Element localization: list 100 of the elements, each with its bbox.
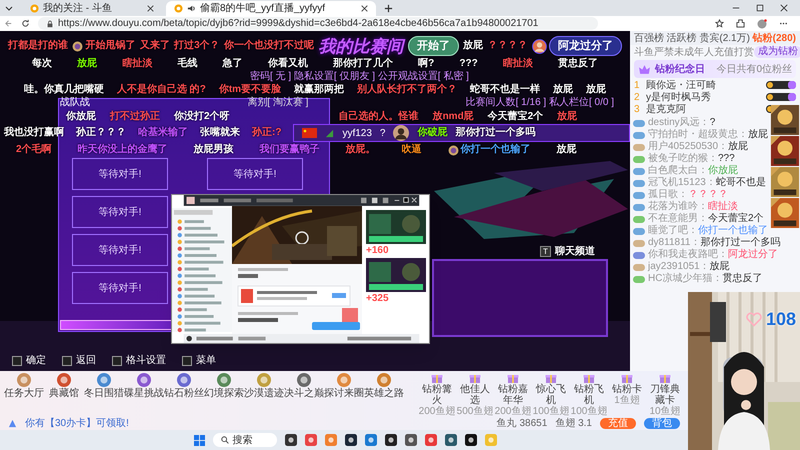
emblem-icon[interactable] <box>336 372 352 388</box>
favicon-icon <box>30 4 39 13</box>
favicon-icon <box>174 4 183 13</box>
back-icon[interactable] <box>4 19 13 28</box>
sidebar-tab[interactable]: 活跃榜 <box>666 30 697 46</box>
emblem-icon[interactable] <box>296 372 312 388</box>
gift-icon[interactable] <box>583 372 595 384</box>
app-icon[interactable] <box>444 434 456 446</box>
danmaku-pill: 开始了 <box>408 36 459 56</box>
emblem-icon[interactable] <box>216 372 232 388</box>
danmaku-text: 啊? <box>418 59 434 69</box>
chat-message: 白色爬太白：你放屁 <box>648 166 738 176</box>
emblem-icon[interactable] <box>376 372 392 388</box>
rank-number: 1 <box>634 78 641 92</box>
danmaku-text: 急了 <box>222 59 243 69</box>
key-icon <box>62 356 72 366</box>
avatar-icon <box>532 38 547 54</box>
emblem-icon[interactable] <box>16 372 32 388</box>
fan-name: 顾你远・汪可畸 <box>646 78 716 92</box>
gift-name[interactable]: 刀锋典藏卡 <box>646 384 684 406</box>
activity-label[interactable]: 典藏馆 <box>49 388 79 399</box>
danmaku-text: 每次 <box>32 59 52 69</box>
gift-name[interactable]: 钻粉卡 <box>608 384 646 395</box>
start-icon[interactable] <box>194 434 204 446</box>
opponent-slot: 等待对手! <box>207 158 303 190</box>
activity-label[interactable]: 任务大厅 <box>4 388 44 399</box>
emblem-icon[interactable] <box>56 372 72 388</box>
new-tab-icon[interactable] <box>384 4 393 12</box>
activity-label[interactable]: 钻石粉丝 <box>164 388 204 399</box>
activity-label[interactable]: 碟星挑战 <box>124 388 164 399</box>
app-icon[interactable] <box>344 434 356 446</box>
activity-label[interactable]: 决斗之巅 <box>284 388 324 399</box>
danmaku-text: 昨天你没上的金鹰了 <box>78 145 168 155</box>
danmaku-text: 孙正？？？ <box>76 128 126 138</box>
key-icon <box>182 356 192 366</box>
gift-name[interactable]: 他佳人选 <box>456 384 494 406</box>
chat-message: jay2391051：放屁 <box>648 262 730 272</box>
app-icon[interactable] <box>464 434 476 446</box>
gift-price: 500鱼翅 <box>456 406 494 417</box>
gift-name[interactable]: 钻粉嘉年华 <box>494 384 532 406</box>
danmaku-text: 瞎扯淡 <box>122 59 152 69</box>
player-note: ? <box>380 126 386 140</box>
chat-message: 不在意能男：今天蕾宝2个 <box>648 214 764 224</box>
join-button[interactable]: 成为钻粉 <box>754 46 800 58</box>
danmaku-text: 蛇哥不也是一样 <box>470 85 540 95</box>
fan-name: y是何时枫马秀 <box>646 90 711 104</box>
profile-icon[interactable] <box>757 18 767 28</box>
channel-label: 聊天频道 <box>555 244 595 259</box>
danmaku-text: 放nmd屁 <box>432 112 474 122</box>
search-box[interactable]: 搜索 <box>212 433 276 447</box>
reload-icon[interactable] <box>21 19 30 28</box>
emblem-icon[interactable] <box>176 372 192 388</box>
gift-name[interactable]: 钻粉篝火 <box>418 384 456 406</box>
app-icon[interactable] <box>284 434 296 446</box>
emblem-icon[interactable] <box>96 372 112 388</box>
emblem-icon <box>448 144 459 156</box>
gift-icon[interactable] <box>659 372 671 384</box>
address-bar[interactable]: https://www.douyu.com/beta/topic/dyjb6?rid=9999&dyshid=c3e6bd4-2a618e4cbe46b56ca7a1b94800021701 <box>38 17 598 30</box>
danmaku-text: 放屁 <box>552 85 573 95</box>
fan-name: 是克克阿 <box>646 102 686 116</box>
maximize-icon[interactable] <box>756 4 764 12</box>
key-icon <box>112 356 122 366</box>
danmaku-text: 那你打过一个多吗 <box>455 128 536 138</box>
promo-text[interactable]: 你有【30办卡】可领取! <box>25 416 129 430</box>
danmaku-text: 毛线 <box>177 59 198 69</box>
gift-icon[interactable] <box>469 372 481 384</box>
danmaku-text: 我也没打赢啊 <box>4 128 64 138</box>
app-icon[interactable] <box>384 434 396 446</box>
hint-label: 菜单 <box>196 354 216 368</box>
gift-icon[interactable] <box>545 372 557 384</box>
activity-label[interactable]: 英雄之路 <box>364 388 404 399</box>
gift-name[interactable]: 钻粉飞机 <box>570 384 608 406</box>
gift-icon[interactable] <box>507 372 519 384</box>
speaker-icon[interactable] <box>187 4 196 13</box>
gift-price: 100鱼翅 <box>532 406 570 417</box>
sidebar-tab[interactable]: 贵宾(2.1万) <box>699 30 750 46</box>
danmaku-text: 今天蕾宝2个 <box>488 112 544 122</box>
key-cap: T <box>540 246 551 257</box>
emblem-icon[interactable] <box>136 372 152 388</box>
activity-label[interactable]: 探讨来圈 <box>324 388 364 399</box>
star-icon[interactable] <box>715 19 724 28</box>
gift-icon[interactable] <box>621 372 633 384</box>
close-icon[interactable] <box>361 5 368 12</box>
activity-label[interactable]: 幻境探索 <box>204 388 244 399</box>
chat-message: 睡觉了吧：你打一个也输了 <box>648 226 768 236</box>
chat-message: 孤日歌：？？？？ <box>648 190 728 200</box>
close-icon[interactable] <box>147 5 154 12</box>
gift-icon[interactable] <box>431 372 443 384</box>
sidebar-tab[interactable]: 百强榜 <box>634 30 664 46</box>
browser-tab[interactable]: 偷霸8的牛吧_yyf直播_yyfyyf <box>166 1 376 16</box>
app-icon[interactable] <box>404 434 416 446</box>
activity-label[interactable]: 沙漠遗迹 <box>244 388 284 399</box>
room-info-text: 离别[ 淘汰赛 ] <box>247 98 308 108</box>
extensions-icon[interactable] <box>736 19 745 28</box>
emblem-icon[interactable] <box>256 372 272 388</box>
activity-label[interactable]: 冬日围猎 <box>84 388 124 399</box>
room-info-text: 密码[ 无 ] 隐私设置[ 仅朋友 ] 公开观战设置[ 私密 ] <box>250 72 469 82</box>
close-icon[interactable] <box>780 4 788 12</box>
danmaku-text: 我们要赢鸭子 <box>260 145 320 155</box>
gift-name[interactable]: 惊心飞机 <box>532 384 570 406</box>
